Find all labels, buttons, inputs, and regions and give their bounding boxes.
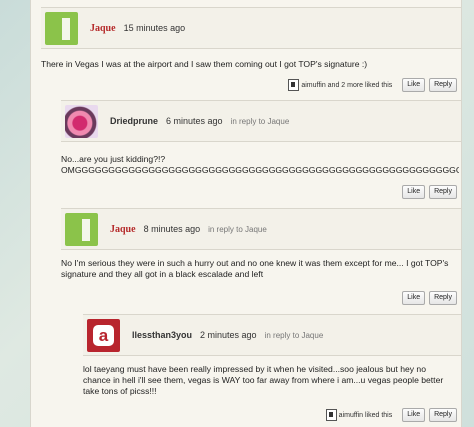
comment-body: No...are you just kidding?!? OMGGGGGGGGG… bbox=[61, 154, 459, 175]
comment-body: lol taeyang must have been really impres… bbox=[83, 364, 444, 396]
avatar[interactable] bbox=[65, 212, 98, 246]
letter-a-icon: a bbox=[93, 324, 114, 346]
like-button[interactable]: Like bbox=[402, 78, 426, 92]
like-button[interactable]: Like bbox=[402, 291, 426, 305]
liked-by-text[interactable]: aimuffin and 2 more liked this bbox=[301, 82, 392, 89]
comment-time: 8 minutes ago bbox=[143, 224, 201, 234]
comment-header: Jaque 15 minutes ago bbox=[41, 7, 461, 49]
reply-to-link[interactable]: in reply to Jaque bbox=[208, 225, 267, 234]
liked-by: aimuffin liked this bbox=[325, 409, 393, 421]
reply-button[interactable]: Reply bbox=[429, 185, 457, 199]
comment-time: 6 minutes ago bbox=[166, 116, 223, 126]
reply-button[interactable]: Reply bbox=[429, 78, 457, 92]
comment-header: Driedprune 6 minutes ago in reply to Jaq… bbox=[61, 100, 461, 142]
comment-header: Jaque 8 minutes ago in reply to Jaque bbox=[61, 208, 461, 250]
like-button[interactable]: Like bbox=[402, 185, 426, 199]
comment-thread: Jaque 15 minutes ago There in Vegas I wa… bbox=[30, 0, 462, 427]
liked-by: aimuffin and 2 more liked this bbox=[288, 79, 392, 91]
avatar[interactable]: a bbox=[87, 318, 120, 352]
exclamation-icon bbox=[62, 17, 70, 40]
comment-actions: aimuffin and 2 more liked this Like Repl… bbox=[288, 78, 457, 92]
comment-time: 15 minutes ago bbox=[123, 23, 186, 33]
comment-author[interactable]: Jaque bbox=[110, 224, 136, 235]
avatar[interactable] bbox=[45, 11, 78, 45]
comment-body: There in Vegas I was at the airport and … bbox=[41, 59, 368, 69]
avatar[interactable] bbox=[65, 104, 98, 138]
comment-actions: Like Reply bbox=[402, 291, 457, 305]
reply-to-link[interactable]: in reply to Jaque bbox=[231, 117, 290, 126]
comment-actions: Like Reply bbox=[402, 185, 457, 199]
user-icon bbox=[288, 79, 300, 91]
comment-body: No I'm serious they were in such a hurry… bbox=[61, 258, 451, 279]
comment-actions: aimuffin liked this Like Reply bbox=[325, 408, 457, 422]
comment-time: 2 minutes ago bbox=[200, 330, 257, 340]
reply-button[interactable]: Reply bbox=[429, 408, 457, 422]
comment-author[interactable]: Driedprune bbox=[110, 116, 158, 126]
user-icon bbox=[325, 409, 337, 421]
comment-author[interactable]: Jaque bbox=[90, 23, 116, 34]
exclamation-icon bbox=[82, 218, 90, 241]
reply-button[interactable]: Reply bbox=[429, 291, 457, 305]
liked-by-text[interactable]: aimuffin liked this bbox=[339, 412, 393, 419]
reply-to-link[interactable]: in reply to Jaque bbox=[265, 331, 324, 340]
comment-header: a llessthan3you 2 minutes ago in reply t… bbox=[83, 314, 461, 356]
comment-author[interactable]: llessthan3you bbox=[132, 330, 192, 340]
like-button[interactable]: Like bbox=[402, 408, 426, 422]
